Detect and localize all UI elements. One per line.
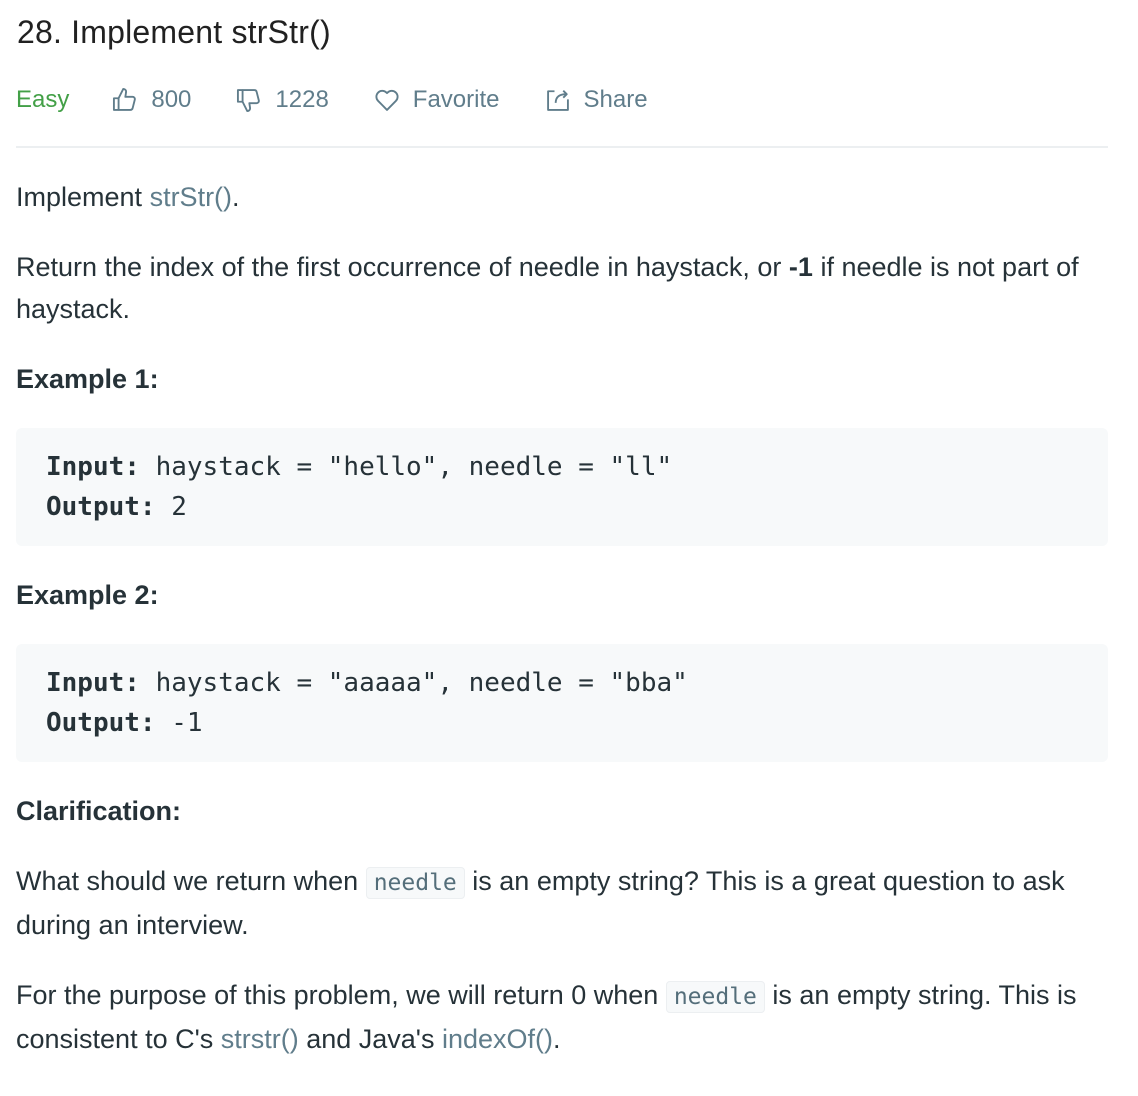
clarification-text: What should we return when bbox=[16, 866, 366, 896]
share-icon bbox=[544, 86, 572, 114]
needle-code: needle bbox=[665, 981, 765, 1013]
output-label: Output: bbox=[46, 708, 156, 738]
dislike-count: 1228 bbox=[275, 86, 329, 113]
favorite-label: Favorite bbox=[412, 86, 500, 113]
heart-icon bbox=[373, 86, 401, 114]
output-value: 2 bbox=[155, 492, 187, 522]
share-button[interactable]: Share bbox=[544, 86, 648, 114]
clarification-heading: Clarification: bbox=[16, 796, 182, 826]
intro-paragraph: Implement strStr(). bbox=[16, 176, 1108, 218]
input-value: haystack = "aaaaa", needle = "bba" bbox=[139, 668, 688, 698]
output-value: -1 bbox=[155, 708, 203, 738]
share-label: Share bbox=[583, 86, 648, 113]
example-1-heading: Example 1: bbox=[16, 364, 159, 394]
example-1-input-line: Input: haystack = "hello", needle = "ll" bbox=[46, 447, 1078, 487]
header-divider bbox=[16, 146, 1108, 148]
example-1-output-line: Output: 2 bbox=[46, 487, 1078, 527]
like-button[interactable]: 800 bbox=[111, 86, 191, 114]
output-label: Output: bbox=[46, 492, 156, 522]
problem-meta-bar: Easy 800 1228 Favorite Share bbox=[16, 80, 692, 120]
return-value: -1 bbox=[788, 252, 813, 282]
input-label: Input: bbox=[46, 668, 140, 698]
example-2-heading: Example 2: bbox=[16, 580, 159, 610]
intro-period: . bbox=[232, 182, 240, 212]
problem-page: 28. Implement strStr() Easy 800 1228 Fav… bbox=[0, 0, 1138, 1096]
difficulty-badge: Easy bbox=[16, 86, 70, 113]
c-strstr-link[interactable]: strstr() bbox=[221, 1024, 299, 1054]
needle-code: needle bbox=[365, 867, 465, 899]
example-2-input-line: Input: haystack = "aaaaa", needle = "bba… bbox=[46, 663, 1078, 703]
return-paragraph: Return the index of the first occurrence… bbox=[16, 246, 1108, 330]
like-count: 800 bbox=[151, 86, 192, 113]
example-2-code: Input: haystack = "aaaaa", needle = "bba… bbox=[16, 644, 1108, 762]
return-text: Return the index of the first occurrence… bbox=[16, 252, 789, 282]
thumbs-up-icon bbox=[111, 86, 139, 114]
problem-title: 28. Implement strStr() bbox=[17, 14, 331, 50]
clarification-text: and Java's bbox=[298, 1024, 442, 1054]
input-value: haystack = "hello", needle = "ll" bbox=[139, 452, 673, 482]
clarification-text: For the purpose of this problem, we will… bbox=[16, 980, 666, 1010]
dislike-button[interactable]: 1228 bbox=[235, 86, 329, 114]
input-label: Input: bbox=[46, 452, 140, 482]
example-1-code: Input: haystack = "hello", needle = "ll"… bbox=[16, 428, 1108, 546]
clarification-period: . bbox=[553, 1024, 561, 1054]
thumbs-down-icon bbox=[235, 86, 263, 114]
clarification-paragraph-2: For the purpose of this problem, we will… bbox=[16, 974, 1108, 1060]
intro-text: Implement bbox=[16, 182, 150, 212]
problem-description: Implement strStr(). Return the index of … bbox=[16, 176, 1108, 1088]
favorite-button[interactable]: Favorite bbox=[373, 86, 500, 114]
example-2-output-line: Output: -1 bbox=[46, 703, 1078, 743]
clarification-paragraph-1: What should we return when needle is an … bbox=[16, 860, 1108, 946]
strstr-link[interactable]: strStr() bbox=[150, 182, 232, 212]
java-indexof-link[interactable]: indexOf() bbox=[442, 1024, 553, 1054]
